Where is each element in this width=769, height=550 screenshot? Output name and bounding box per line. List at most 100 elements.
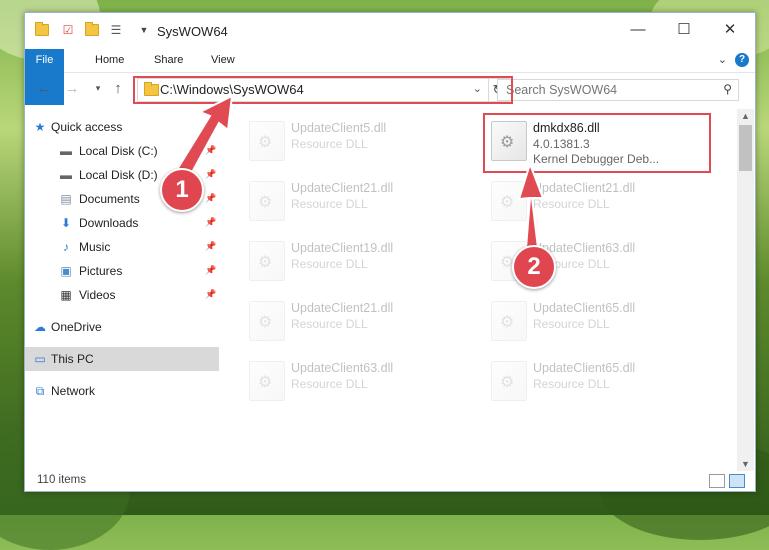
file-item[interactable]: UpdateClient19.dll Resource DLL <box>241 233 471 289</box>
chevron-down-icon[interactable]: ▼ <box>137 23 151 37</box>
sidebar-item-label: Local Disk (C:) <box>79 144 158 158</box>
properties-icon[interactable]: ☑ <box>61 23 75 37</box>
new-folder-icon[interactable] <box>85 22 99 37</box>
pin-icon: 📌 <box>205 169 217 179</box>
dll-file-icon <box>491 181 527 221</box>
star-icon: ★ <box>34 120 46 134</box>
network-icon: ⧉ <box>35 383 45 398</box>
forward-arrow-icon[interactable]: → <box>63 79 81 97</box>
minimize-button[interactable]: — <box>615 13 661 45</box>
sidebar-item-this-pc[interactable]: ▭ This PC <box>25 347 219 371</box>
sidebar-item-music[interactable]: ♪ Music 📌 <box>25 235 219 259</box>
vertical-scrollbar[interactable]: ▲ ▼ <box>737 109 754 471</box>
file-item[interactable]: UpdateClient21.dll Resource DLL <box>241 173 471 229</box>
file-name: UpdateClient65.dll <box>533 361 636 375</box>
customize-toolbar-icon[interactable]: ☰ <box>109 23 123 37</box>
details-view-icon[interactable] <box>709 474 725 488</box>
item-count: 110 items <box>37 474 87 486</box>
help-icon[interactable]: ? <box>735 53 749 67</box>
file-name: UpdateClient19.dll <box>291 241 394 255</box>
navigation-pane: ★ Quick access ▬ Local Disk (C:) 📌 ▬ Loc… <box>25 109 219 471</box>
file-item[interactable]: UpdateClient63.dll Resource DLL <box>241 353 471 409</box>
file-type: Resource DLL <box>291 197 368 211</box>
computer-icon: ▭ <box>34 352 46 366</box>
sidebar-item-label: Documents <box>79 192 140 206</box>
file-type: Resource DLL <box>533 197 610 211</box>
sidebar-item-label: Videos <box>79 288 116 302</box>
music-icon: ♪ <box>63 240 69 254</box>
maximize-button[interactable]: ☐ <box>661 13 707 45</box>
file-type: Resource DLL <box>291 137 368 151</box>
dll-file-icon <box>249 121 285 161</box>
close-button[interactable]: ✕ <box>707 13 753 45</box>
file-type: Resource DLL <box>291 377 368 391</box>
sidebar-item-onedrive[interactable]: ☁ OneDrive <box>25 315 219 339</box>
sidebar-item-label: OneDrive <box>51 320 102 334</box>
sidebar-item-videos[interactable]: ▦ Videos 📌 <box>25 283 219 307</box>
tab-view[interactable]: View <box>203 49 243 72</box>
title-bar: ☑ ☰ ▼ SysWOW64 — ☐ ✕ <box>25 13 755 49</box>
file-highlight-box <box>483 113 711 173</box>
sidebar-item-downloads[interactable]: ⬇ Downloads 📌 <box>25 211 219 235</box>
chevron-up-icon[interactable]: ⌄ <box>718 53 727 66</box>
pin-icon: 📌 <box>205 217 217 227</box>
file-name: UpdateClient5.dll <box>291 121 387 135</box>
sidebar-item-local-disk-c[interactable]: ▬ Local Disk (C:) 📌 <box>25 139 219 163</box>
file-item[interactable]: UpdateClient5.dll Resource DLL <box>241 113 471 169</box>
drive-icon: ▬ <box>60 144 72 158</box>
sidebar-item-quick-access[interactable]: ★ Quick access <box>25 115 219 139</box>
file-type: Resource DLL <box>291 317 368 331</box>
recent-locations-chevron-icon[interactable]: ▾ <box>89 79 107 97</box>
address-highlight-box <box>133 76 513 104</box>
dll-file-icon <box>491 301 527 341</box>
search-input[interactable] <box>506 82 706 98</box>
scroll-down-icon[interactable]: ▼ <box>741 459 750 469</box>
step-2-badge: 2 <box>512 245 556 289</box>
tab-share[interactable]: Share <box>146 49 191 72</box>
up-arrow-icon[interactable]: ↑ <box>109 79 127 97</box>
file-item[interactable]: UpdateClient21.dll Resource DLL <box>483 173 713 229</box>
search-box[interactable]: ⚲ <box>497 79 739 101</box>
dll-file-icon <box>491 361 527 401</box>
sidebar-item-label: Pictures <box>79 264 123 278</box>
sidebar-item-network[interactable]: ⧉ Network <box>25 379 219 403</box>
scrollbar-thumb[interactable] <box>739 125 752 171</box>
file-item[interactable]: UpdateClient65.dll Resource DLL <box>483 353 713 409</box>
step-1-badge: 1 <box>160 168 204 212</box>
download-icon: ⬇ <box>60 216 72 230</box>
videos-icon: ▦ <box>60 288 72 302</box>
pin-icon: 📌 <box>205 193 217 203</box>
file-type: Resource DLL <box>533 377 610 391</box>
folder-icon <box>35 22 49 37</box>
file-item[interactable]: UpdateClient65.dll Resource DLL <box>483 293 713 349</box>
search-icon: ⚲ <box>723 82 732 96</box>
dll-file-icon <box>249 241 285 281</box>
explorer-window: ☑ ☰ ▼ SysWOW64 — ☐ ✕ File Home Share Vie… <box>24 12 756 492</box>
pin-icon: 📌 <box>205 265 217 275</box>
file-item[interactable]: UpdateClient21.dll Resource DLL <box>241 293 471 349</box>
file-name: UpdateClient21.dll <box>291 181 394 195</box>
file-type: Resource DLL <box>533 317 610 331</box>
file-name: UpdateClient21.dll <box>291 301 394 315</box>
ribbon-tabs: File Home Share View ⌄ ? <box>25 49 755 105</box>
sidebar-item-label: Local Disk (D:) <box>79 168 158 182</box>
dll-file-icon <box>249 181 285 221</box>
dll-file-icon <box>249 301 285 341</box>
pin-icon: 📌 <box>205 145 217 155</box>
pin-icon: 📌 <box>205 289 217 299</box>
documents-icon: ▤ <box>60 192 72 206</box>
sidebar-item-pictures[interactable]: ▣ Pictures 📌 <box>25 259 219 283</box>
window-title: SysWOW64 <box>157 24 228 39</box>
tab-home[interactable]: Home <box>87 49 132 72</box>
sidebar-item-label: Downloads <box>79 216 139 230</box>
pin-icon: 📌 <box>205 241 217 251</box>
back-arrow-icon[interactable]: ← <box>35 79 53 97</box>
sidebar-item-label: Quick access <box>51 120 123 134</box>
scroll-up-icon[interactable]: ▲ <box>741 111 750 121</box>
status-bar: 110 items <box>25 471 755 491</box>
drive-icon: ▬ <box>60 168 72 182</box>
large-icons-view-icon[interactable] <box>729 474 745 488</box>
sidebar-item-label: Music <box>79 240 111 254</box>
file-name: UpdateClient21.dll <box>533 181 636 195</box>
file-type: Resource DLL <box>291 257 368 271</box>
